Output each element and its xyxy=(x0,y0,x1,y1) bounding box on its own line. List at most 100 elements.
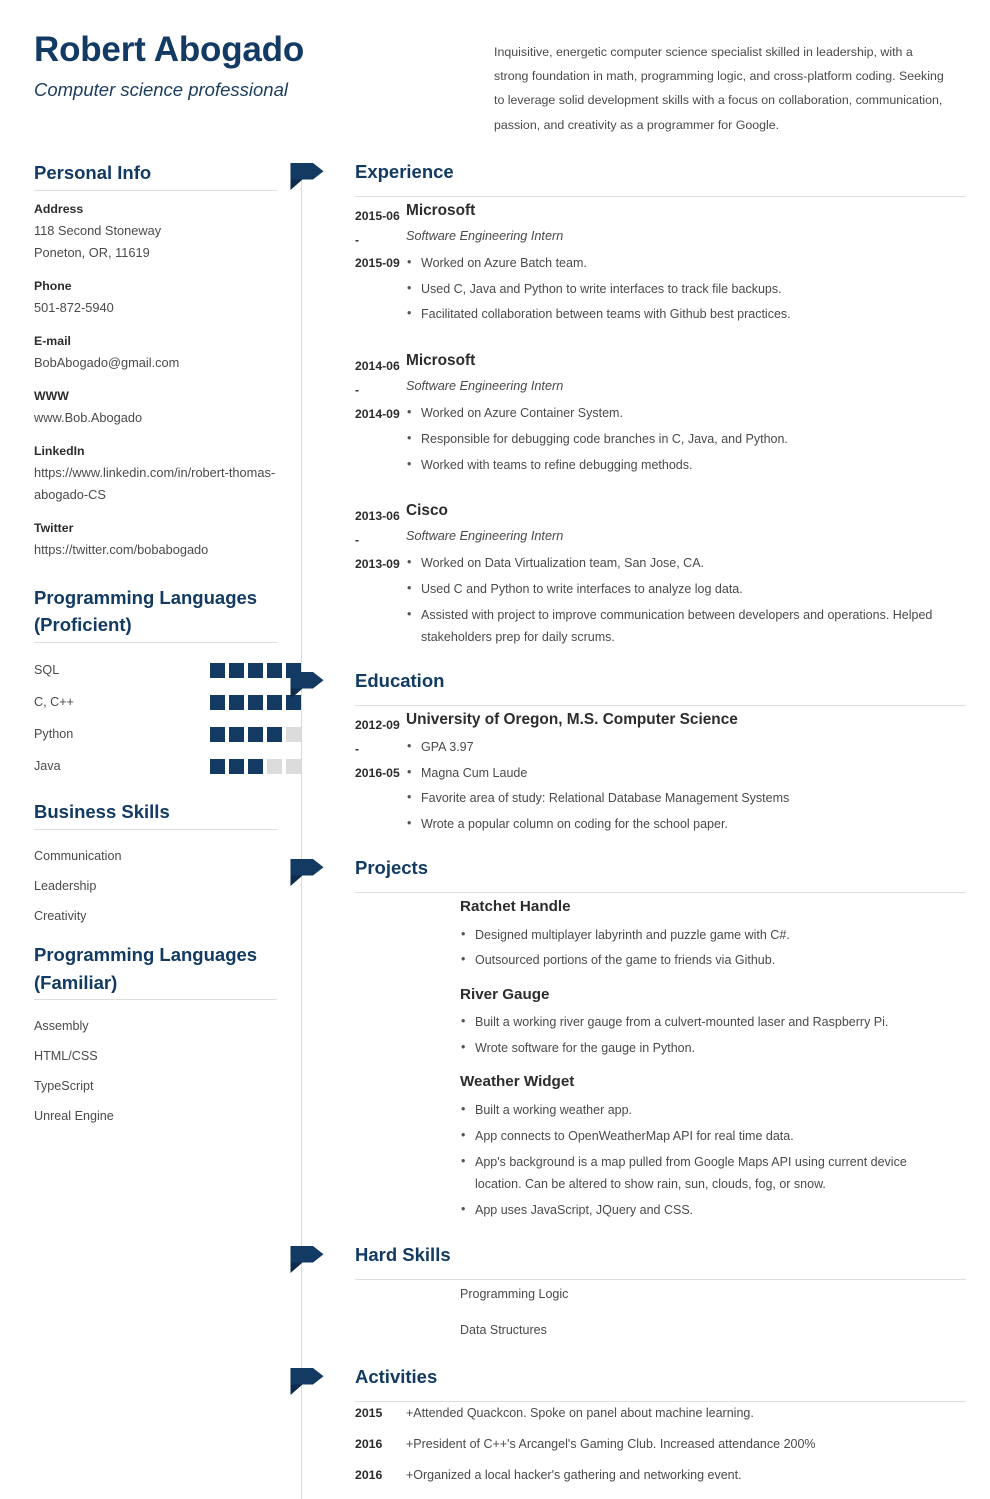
job-role: Software Engineering Intern xyxy=(406,228,564,243)
section-heading-experience: Experience xyxy=(355,160,454,182)
bullet-item: Worked on Azure Batch team. xyxy=(406,251,944,274)
project-entry: Weather Widget Built a working weather a… xyxy=(301,1072,966,1221)
resume-header: Robert Abogado Computer science professi… xyxy=(0,0,990,137)
section-flag-icon xyxy=(290,162,324,190)
bullet-item: Facilitated collaboration between teams … xyxy=(406,302,944,325)
skill-label: Java xyxy=(34,759,61,773)
header-identity: Robert Abogado Computer science professi… xyxy=(34,30,494,101)
bullet-item: Assisted with project to improve communi… xyxy=(406,603,944,649)
list-item: Communication xyxy=(34,848,122,863)
rating-square-empty xyxy=(267,758,282,774)
date-from: 2014-06 - xyxy=(355,359,400,397)
rating-square-filled xyxy=(229,662,244,678)
skill-rating xyxy=(210,726,301,742)
section-heading-languages-familiar: Programming Languages (Familiar) xyxy=(34,943,258,993)
bullet-item: Responsible for debugging code branches … xyxy=(406,427,944,450)
bullet-item: Worked on Data Virtualization team, San … xyxy=(406,551,944,574)
date-to: 2013-09 xyxy=(355,556,400,571)
bullet-list: Built a working river gauge from a culve… xyxy=(460,1010,944,1059)
date-to: 2016-05 xyxy=(355,765,400,780)
section-heading-education: Education xyxy=(355,669,445,691)
bullet-item: App's background is a map pulled from Go… xyxy=(460,1150,944,1196)
school-name: University of Oregon, M.S. Computer Scie… xyxy=(406,710,738,728)
email-value[interactable]: BobAbogado@gmail.com xyxy=(34,352,301,374)
section-languages-familiar: Programming Languages (Familiar) Assembl… xyxy=(34,941,301,1132)
rating-square-filled xyxy=(210,726,225,742)
section-flag-icon xyxy=(290,858,324,886)
education-entry: 2012-09 - 2016-05 University of Oregon, … xyxy=(301,710,966,839)
divider xyxy=(355,891,966,893)
info-value: 118 Second Stoneway xyxy=(34,222,162,238)
info-block-linkedin: LinkedIn https://www.linkedin.com/in/rob… xyxy=(34,444,301,506)
rating-square-empty xyxy=(286,726,301,742)
info-label: Address xyxy=(34,201,84,216)
rating-square-filled xyxy=(267,726,282,742)
website-value[interactable]: www.Bob.Abogado xyxy=(34,407,301,429)
divider xyxy=(355,1400,966,1402)
date-from: 2012-09 - xyxy=(355,717,400,756)
rating-square-filled xyxy=(267,662,282,678)
page-title: Robert Abogado xyxy=(34,30,305,69)
skill-label: SQL xyxy=(34,663,60,677)
bullet-list: Worked on Azure Container System. Respon… xyxy=(406,401,944,476)
list-item: Assembly xyxy=(34,1019,89,1034)
rating-square-filled xyxy=(267,694,282,710)
skill-row: Java xyxy=(34,750,301,782)
resume-page: Robert Abogado Computer science professi… xyxy=(0,0,990,1499)
section-header: Projects xyxy=(290,855,966,897)
bullet-item: Used C and Python to write interfaces to… xyxy=(406,577,944,600)
section-business-skills: Business Skills Communication Leadership… xyxy=(34,798,301,931)
entry-body: University of Oregon, M.S. Computer Scie… xyxy=(406,710,966,839)
bullet-item: Designed multiplayer labyrinth and puzzl… xyxy=(460,923,944,946)
bullet-item: Worked on Azure Container System. xyxy=(406,401,944,424)
divider xyxy=(355,1278,966,1280)
bullet-item: Worked with teams to refine debugging me… xyxy=(406,453,944,476)
project-title: Ratchet Handle xyxy=(460,897,571,915)
skill-row: SQL xyxy=(34,654,301,686)
section-flag-icon xyxy=(290,1367,324,1395)
section-heading-personal-info: Personal Info xyxy=(34,161,152,183)
twitter-value[interactable]: https://twitter.com/bobabogado xyxy=(34,539,301,561)
project-entry: River Gauge Built a working river gauge … xyxy=(301,985,966,1060)
section-heading-hard-skills: Hard Skills xyxy=(355,1243,451,1265)
job-title: Computer science professional xyxy=(34,79,288,101)
rating-square-filled xyxy=(210,758,225,774)
rating-square-empty xyxy=(286,758,301,774)
skill-rating xyxy=(210,758,301,774)
date-to: 2014-09 xyxy=(355,406,400,421)
bullet-item: Favorite area of study: Relational Datab… xyxy=(406,786,944,809)
divider xyxy=(355,704,966,706)
bullet-list: GPA 3.97 Magna Cum Laude Favorite area o… xyxy=(406,735,944,836)
entry-body: Microsoft Software Engineering Intern Wo… xyxy=(406,351,966,479)
main-content: Experience 2015-06 - 2015-09 Microsoft S… xyxy=(290,159,966,1499)
linkedin-value[interactable]: https://www.linkedin.com/in/robert-thoma… xyxy=(34,462,301,506)
entry-dates: 2012-09 - 2016-05 xyxy=(301,710,406,839)
bullet-item: Built a working river gauge from a culve… xyxy=(460,1010,944,1033)
section-header: Education xyxy=(290,668,966,710)
activity-text: +President of C++'s Arcangel's Gaming Cl… xyxy=(406,1436,816,1451)
date-from: 2013-06 - xyxy=(355,509,400,548)
divider xyxy=(34,999,277,1001)
activity-year: 2016 xyxy=(355,1436,383,1451)
divider xyxy=(34,189,277,191)
header-summary-block: Inquisitive, energetic computer science … xyxy=(494,30,966,137)
experience-entry: 2015-06 - 2015-09 Microsoft Software Eng… xyxy=(301,201,966,329)
date-from: 2015-06 - xyxy=(355,208,400,247)
info-label: Phone xyxy=(34,278,72,293)
section-activities: Activities 2015 +Attended Quackcon. Spok… xyxy=(290,1364,966,1482)
professional-summary: Inquisitive, energetic computer science … xyxy=(494,45,944,132)
info-block-twitter: Twitter https://twitter.com/bobabogado xyxy=(34,521,301,561)
divider xyxy=(355,195,966,197)
section-heading-projects: Projects xyxy=(355,856,429,878)
employer-name: Cisco xyxy=(406,502,448,520)
section-hard-skills: Hard Skills Programming Logic Data Struc… xyxy=(290,1242,966,1340)
project-title: Weather Widget xyxy=(460,1073,575,1091)
section-flag-icon xyxy=(290,1245,324,1273)
bullet-item: Magna Cum Laude xyxy=(406,761,944,784)
rating-square-filled xyxy=(229,694,244,710)
job-role: Software Engineering Intern xyxy=(406,379,564,394)
section-flag-icon xyxy=(290,671,324,699)
rating-square-filled xyxy=(248,694,263,710)
info-block-address: Address 118 Second Stoneway Poneton, OR,… xyxy=(34,202,301,264)
rating-square-filled xyxy=(210,694,225,710)
